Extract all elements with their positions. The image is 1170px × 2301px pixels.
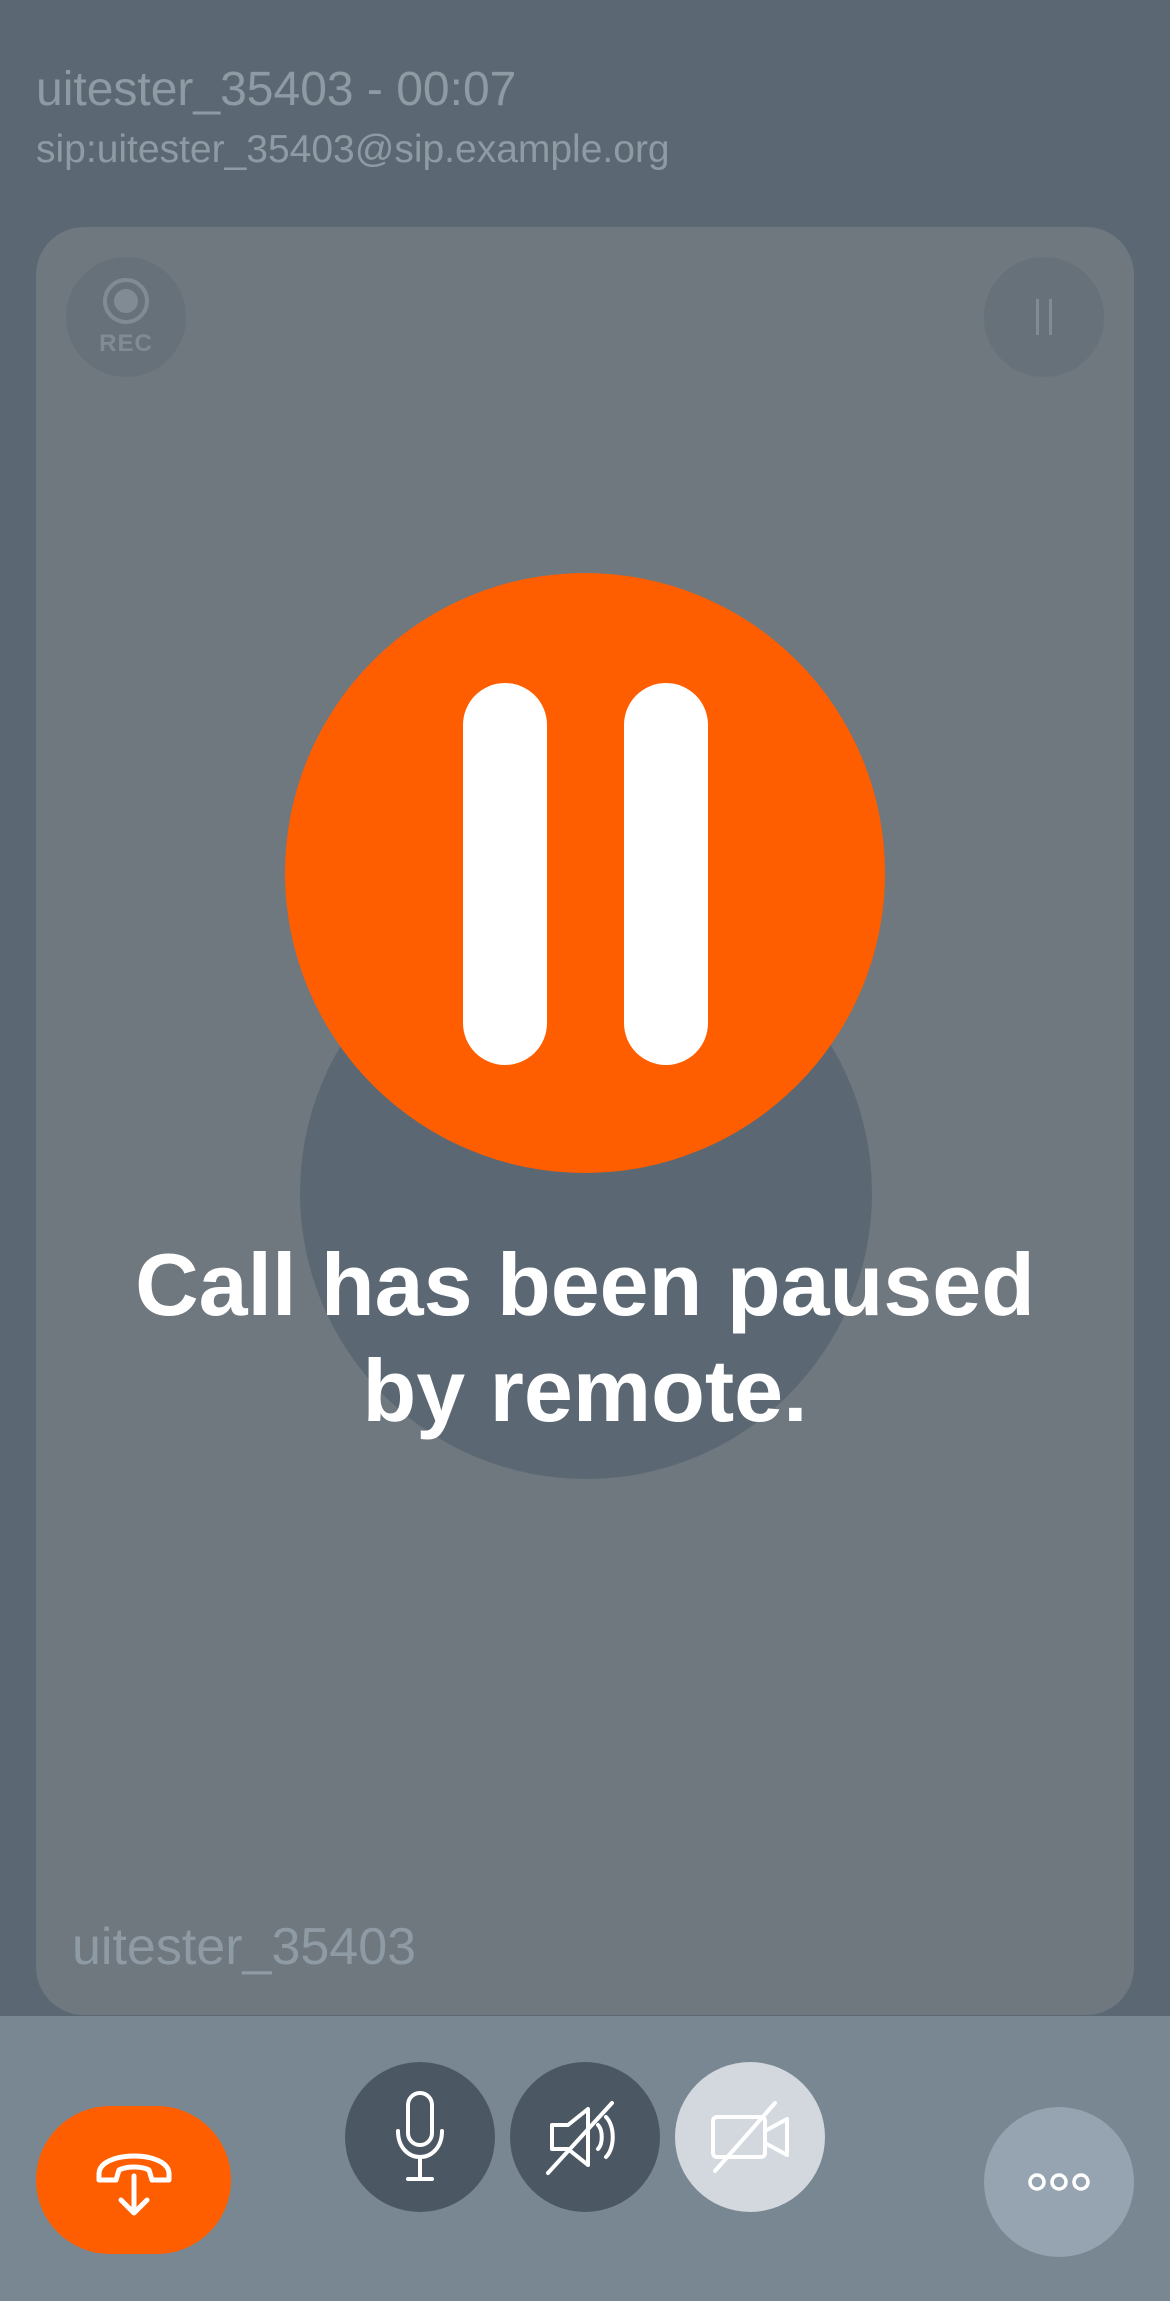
paused-message-line1: Call has been paused bbox=[135, 1235, 1035, 1334]
pause-icon-bar-right bbox=[624, 683, 708, 1065]
microphone-button[interactable] bbox=[345, 2062, 495, 2212]
record-label: REC bbox=[99, 330, 153, 357]
more-icon bbox=[1028, 2173, 1090, 2191]
microphone-icon bbox=[396, 2091, 444, 2181]
paused-message: Call has been paused by remote. bbox=[60, 1232, 1110, 1444]
participant-name: uitester_35403 bbox=[72, 1918, 417, 1976]
camera-off-icon bbox=[711, 2101, 789, 2173]
more-options-button[interactable] bbox=[984, 2107, 1134, 2257]
call-title: uitester_35403 - 00:07 bbox=[36, 63, 517, 116]
record-icon bbox=[103, 278, 149, 324]
pause-icon bbox=[1036, 299, 1052, 335]
hangup-button[interactable] bbox=[36, 2106, 231, 2254]
call-controls-bar bbox=[0, 2016, 1170, 2301]
call-address: sip:uitester_35403@sip.example.org bbox=[36, 128, 670, 171]
speaker-button[interactable] bbox=[510, 2062, 660, 2212]
hangup-icon bbox=[96, 2153, 171, 2216]
pause-call-button[interactable] bbox=[984, 257, 1104, 377]
pause-icon-bar-left bbox=[463, 683, 547, 1065]
record-button[interactable]: REC bbox=[66, 257, 186, 377]
call-header: uitester_35403 - 00:07 sip:uitester_3540… bbox=[36, 58, 670, 178]
paused-message-line2: by remote. bbox=[362, 1341, 808, 1440]
paused-indicator bbox=[285, 573, 885, 1173]
camera-button[interactable] bbox=[675, 2062, 825, 2212]
speaker-muted-icon bbox=[546, 2101, 615, 2175]
